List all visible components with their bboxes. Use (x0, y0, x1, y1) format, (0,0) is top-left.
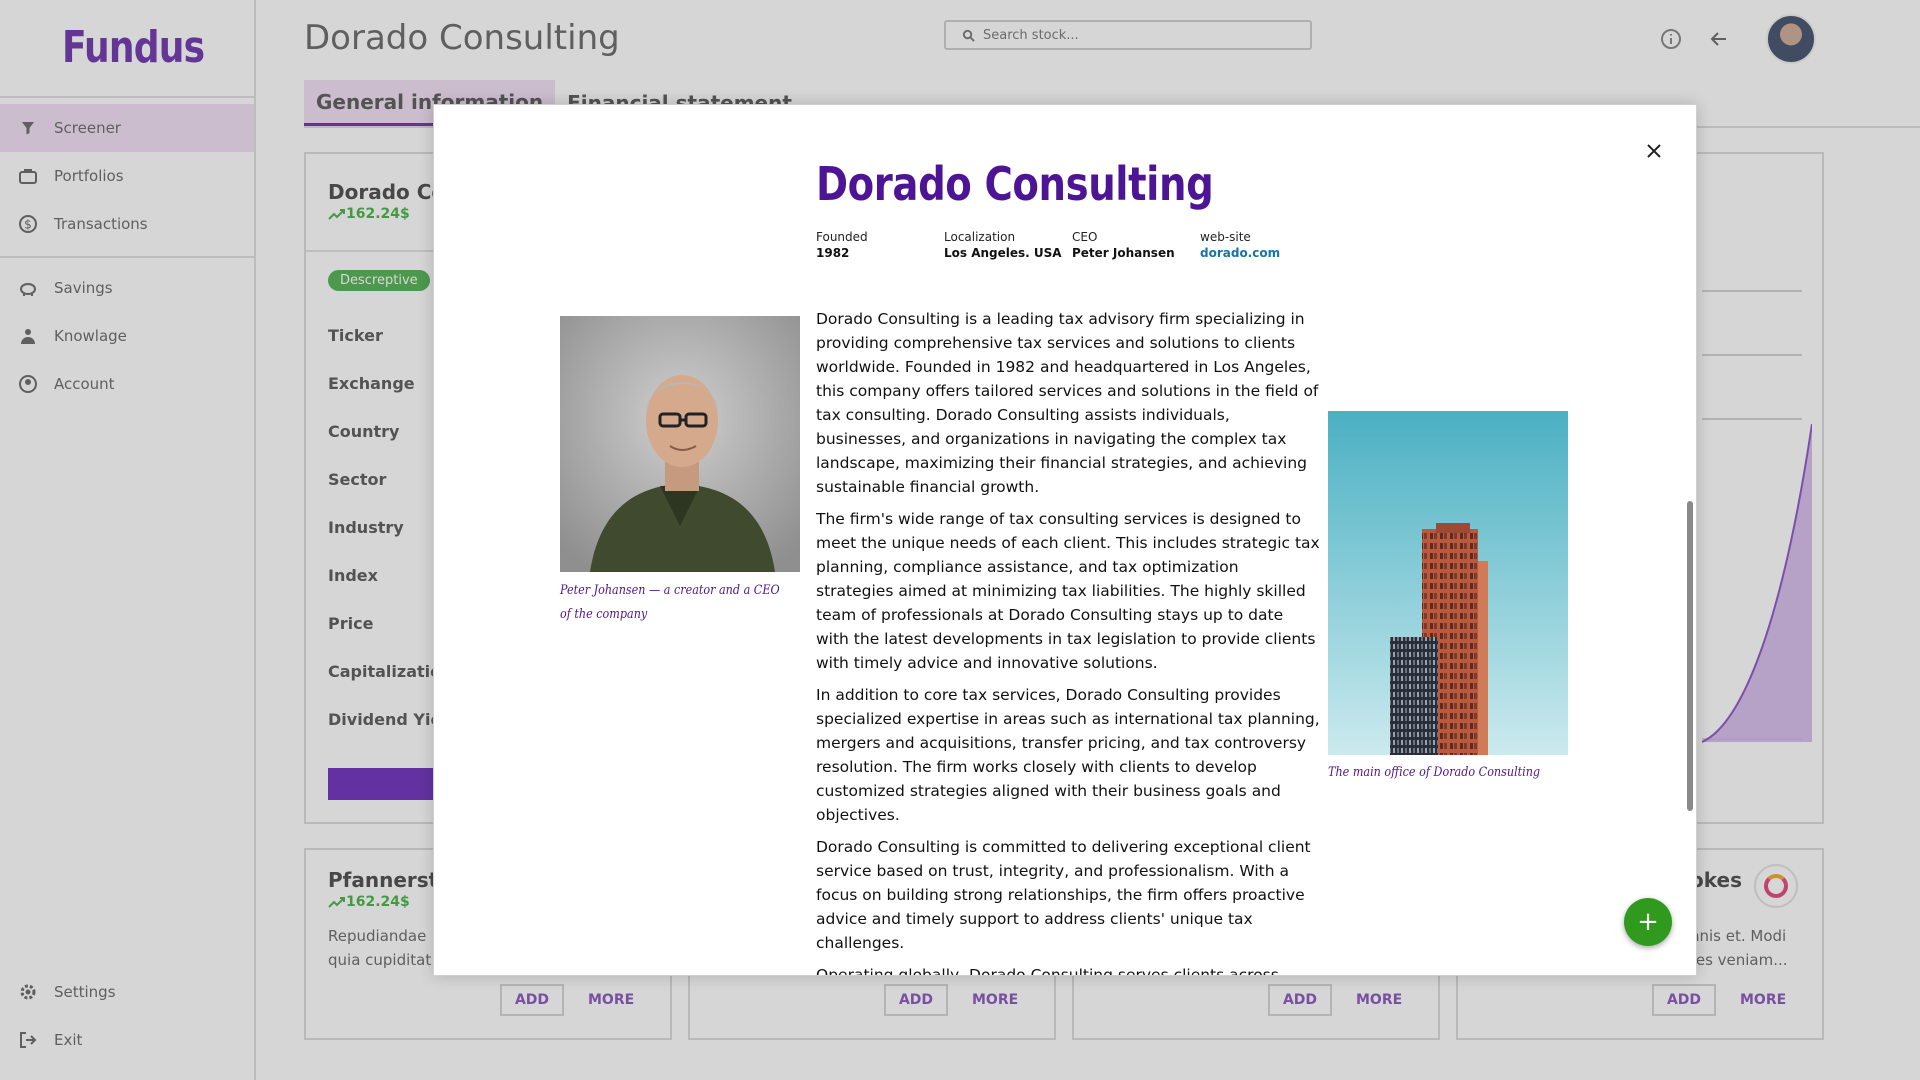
ceo-photo (560, 316, 800, 572)
description-paragraph: Dorado Consulting is a leading tax advis… (816, 310, 1319, 496)
description-paragraph: Dorado Consulting is committed to delive… (816, 838, 1311, 952)
ceo-portrait-image (560, 316, 800, 572)
description-paragraph: Operating globally, Dorado Consulting se… (816, 966, 1279, 976)
description-paragraph: In addition to core tax services, Dorado… (816, 686, 1320, 824)
modal-title: Dorado Consulting (816, 157, 1214, 211)
office-photo-caption: The main office of Dorado Consulting (1328, 765, 1541, 780)
company-description: Dorado Consulting is a leading tax advis… (816, 307, 1320, 976)
meta-key: Localization (944, 230, 1016, 244)
office-building-image (1328, 411, 1568, 755)
meta-ceo: CEO Peter Johansen (1072, 229, 1175, 261)
modal-scrollbar[interactable] (1687, 501, 1693, 811)
meta-key: CEO (1072, 230, 1098, 244)
meta-value: Los Angeles. USA (944, 246, 1062, 260)
meta-localization: Localization Los Angeles. USA (944, 229, 1062, 261)
meta-value: 1982 (816, 246, 850, 260)
plus-icon: + (1637, 907, 1659, 937)
office-photo (1328, 411, 1568, 755)
website-link[interactable]: dorado.com (1200, 245, 1280, 261)
meta-value: Peter Johansen (1072, 246, 1175, 260)
description-paragraph: The firm's wide range of tax consulting … (816, 510, 1320, 672)
meta-key: web-site (1200, 230, 1251, 244)
meta-key: Founded (816, 230, 868, 244)
add-fab-button[interactable]: + (1624, 898, 1672, 946)
company-details-modal: Dorado Consulting Founded 1982 Localizat… (433, 104, 1697, 976)
meta-founded: Founded 1982 (816, 229, 868, 261)
close-icon[interactable] (1642, 139, 1666, 163)
meta-website: web-site dorado.com (1200, 229, 1280, 261)
ceo-photo-caption: Peter Johansen — a creator and a CEO of … (560, 583, 780, 622)
